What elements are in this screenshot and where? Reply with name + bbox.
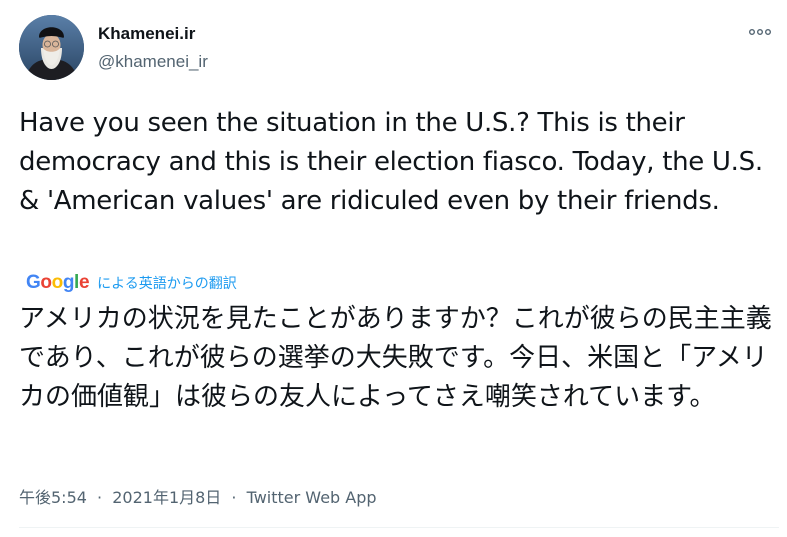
- separator: ·: [97, 488, 103, 507]
- display-name[interactable]: Khamenei.ir: [98, 24, 195, 44]
- more-horizontal-icon[interactable]: [747, 22, 773, 42]
- separator: ·: [231, 488, 237, 507]
- tweet-source[interactable]: Twitter Web App: [247, 488, 377, 507]
- google-logo: Google: [26, 272, 90, 293]
- tweet-text: Have you seen the situation in the U.S.?…: [19, 108, 763, 216]
- translated-text: アメリカの状況を見たことがありますか？これが彼らの民主主義であり、これが彼らの選…: [19, 304, 772, 412]
- translation-attribution: Google による英語からの翻訳: [26, 271, 237, 295]
- avatar[interactable]: [19, 15, 84, 80]
- tweet-time[interactable]: 午後5:54: [19, 488, 87, 507]
- translation-label[interactable]: による英語からの翻訳: [97, 273, 237, 293]
- user-handle[interactable]: @khamenei_ir: [98, 52, 208, 72]
- tweet-metadata: 午後5:54 · 2021年1月8日 · Twitter Web App: [19, 484, 377, 508]
- tweet-date[interactable]: 2021年1月8日: [112, 488, 221, 507]
- divider: [19, 527, 779, 528]
- tweet-card: Khamenei.ir @khamenei_ir Have you seen t…: [0, 0, 787, 537]
